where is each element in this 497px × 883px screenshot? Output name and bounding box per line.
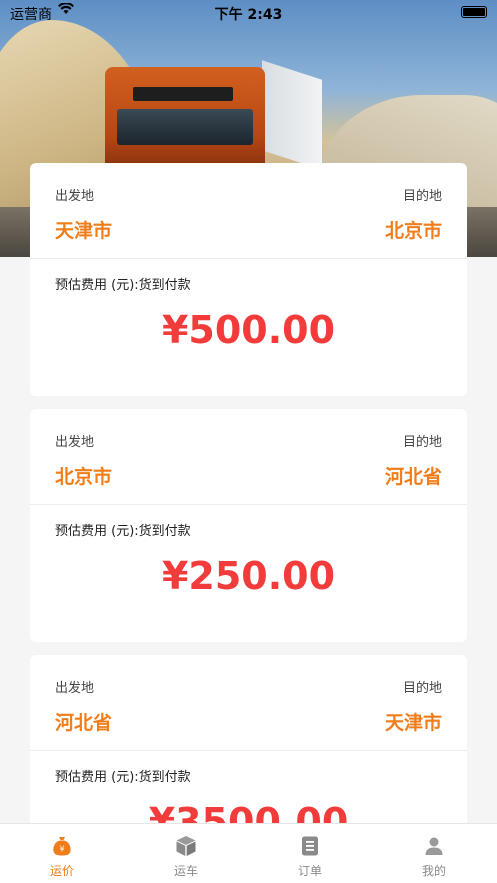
tab-mine[interactable]: 我的 (372, 824, 496, 883)
card-divider (30, 504, 467, 505)
destination-city: 天津市 (384, 712, 442, 734)
tab-freight-rates[interactable]: ¥ 运价 (0, 824, 124, 883)
truck-trailer (262, 60, 322, 170)
money-bag-icon: ¥ (50, 834, 74, 858)
tab-ship-car[interactable]: 运车 (124, 824, 248, 883)
card-divider (30, 750, 467, 751)
status-bar: 运营商 下午 2:43 (0, 0, 497, 26)
tab-label: 运价 (49, 864, 74, 878)
tab-label: 运车 (173, 864, 198, 878)
tab-orders[interactable]: 订单 (248, 824, 372, 883)
truck-image (105, 67, 265, 167)
origin-label: 出发地 (55, 189, 95, 204)
origin-label: 出发地 (55, 681, 95, 696)
quote-card[interactable]: 出发地 目的地 天津市 北京市 预估费用 (元):货到付款 ¥500.00 (30, 163, 467, 396)
fee-label: 预估费用 (元):货到付款 (55, 524, 191, 539)
truck-brand-plate (133, 87, 233, 101)
tab-label: 我的 (421, 864, 446, 878)
card-divider (30, 258, 467, 259)
destination-label: 目的地 (402, 435, 442, 450)
destination-label: 目的地 (402, 681, 442, 696)
origin-label: 出发地 (55, 435, 95, 450)
estimated-price: ¥500.00 (161, 308, 336, 352)
box-icon (174, 834, 198, 858)
origin-city: 天津市 (55, 220, 113, 242)
list-icon (298, 834, 322, 858)
destination-city: 河北省 (384, 466, 442, 488)
destination-city: 北京市 (384, 220, 442, 242)
origin-city: 北京市 (55, 466, 113, 488)
battery-icon (461, 6, 487, 18)
truck-windshield (117, 109, 253, 145)
svg-text:¥: ¥ (59, 845, 64, 854)
user-icon (422, 834, 446, 858)
fee-label: 预估费用 (元):货到付款 (55, 770, 191, 785)
estimated-price: ¥250.00 (161, 554, 336, 598)
tab-label: 订单 (297, 864, 322, 878)
origin-city: 河北省 (55, 712, 113, 734)
fee-label: 预估费用 (元):货到付款 (55, 278, 191, 293)
quote-card[interactable]: 出发地 目的地 北京市 河北省 预估费用 (元):货到付款 ¥250.00 (30, 409, 467, 642)
status-time: 下午 2:43 (214, 7, 283, 23)
tab-bar: ¥ 运价 运车 订单 我的 (0, 823, 497, 883)
destination-label: 目的地 (402, 189, 442, 204)
